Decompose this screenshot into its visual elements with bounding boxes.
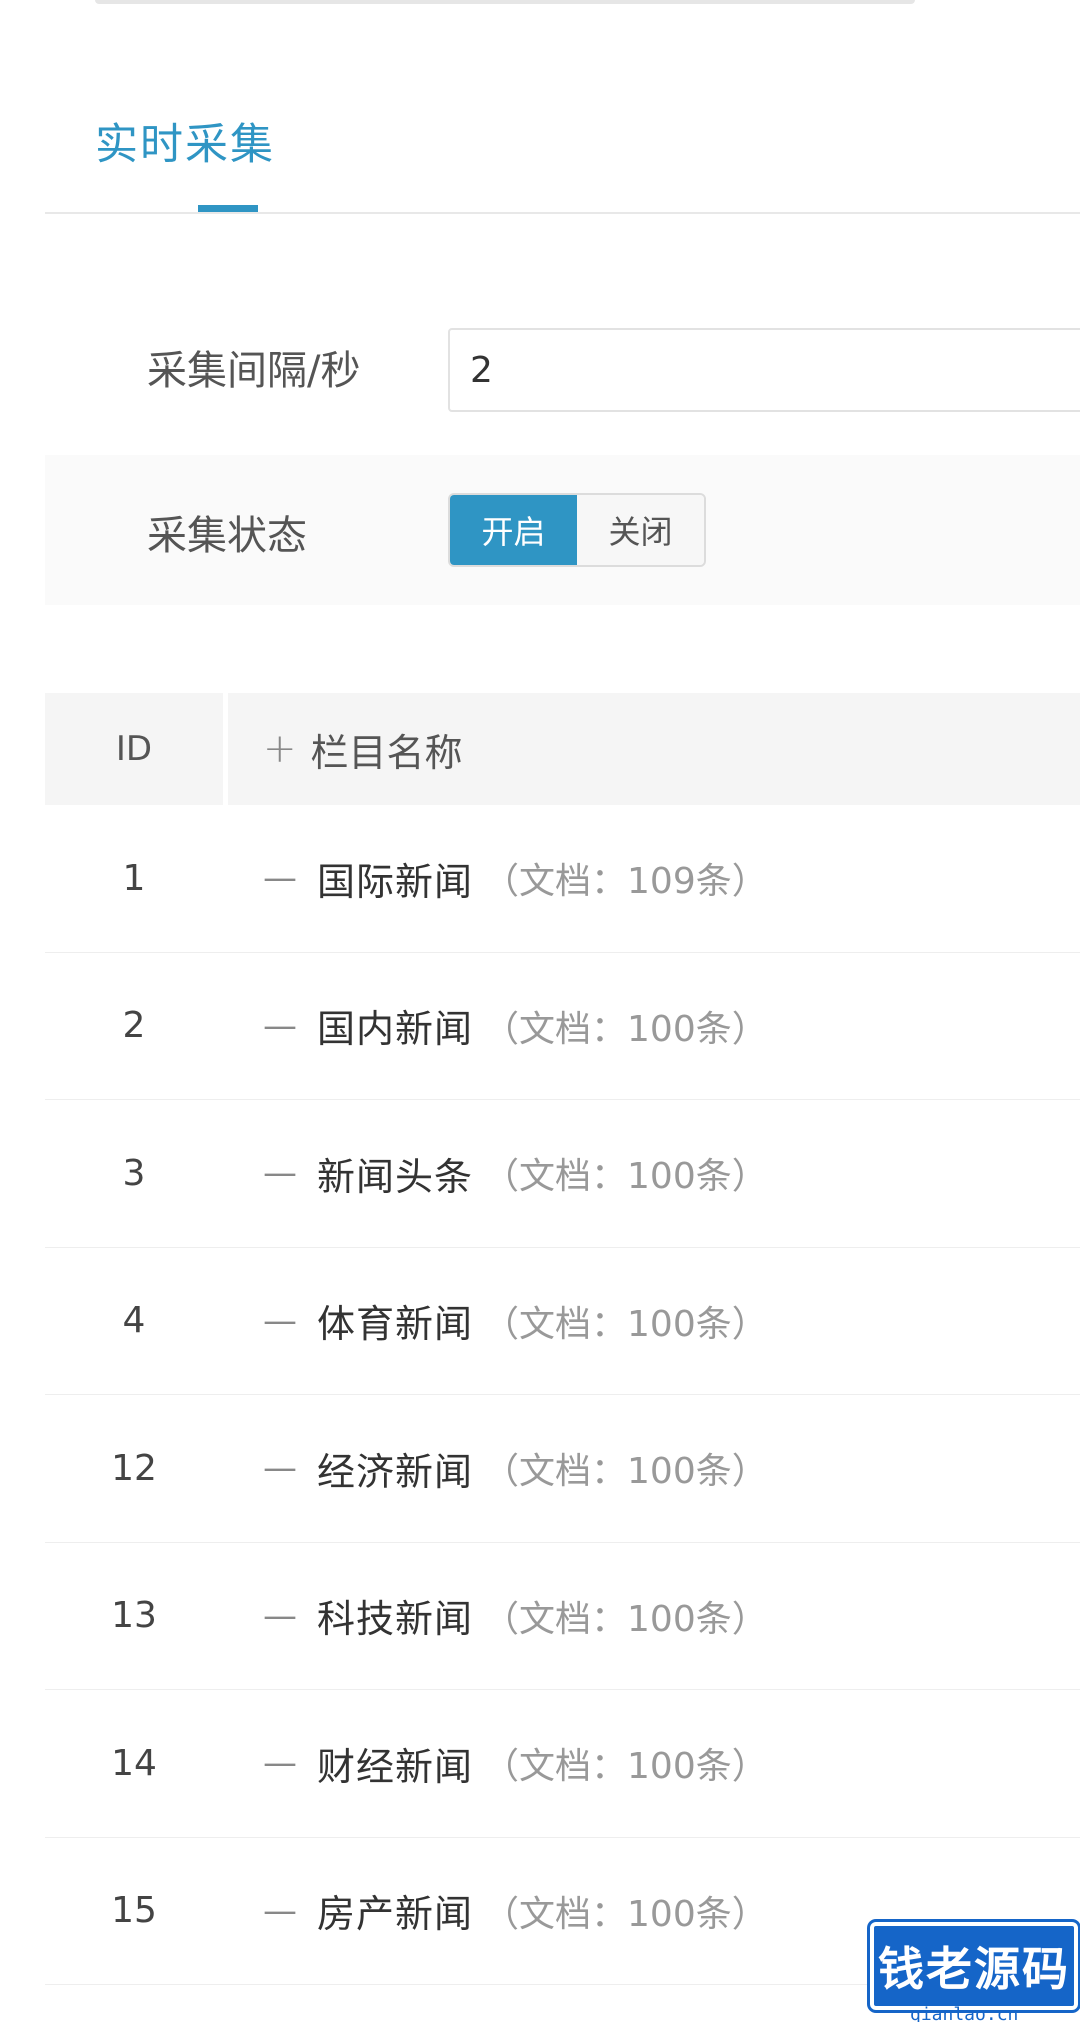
collapse-dash-icon[interactable]: — <box>263 858 297 898</box>
status-row: 采集状态 开启 关闭 <box>45 455 1080 605</box>
doc-count: （文档：100条） <box>483 1451 768 1493</box>
row-name-cell: — 经济新闻 （文档：100条） <box>228 1441 1080 1496</box>
tab-header: 实时采集 <box>45 0 1080 214</box>
tab-realtime-collect[interactable]: 实时采集 <box>95 110 275 212</box>
category-table: ID + 栏目名称 1 — 国际新闻 （文档：109条） 2 — 国内新闻 （文… <box>45 693 1080 1985</box>
row-name-cell: — 国际新闻 （文档：109条） <box>228 851 1080 906</box>
interval-label: 采集间隔/秒 <box>147 348 361 394</box>
doc-count: （文档：100条） <box>483 1156 768 1198</box>
page: 实时采集 采集间隔/秒 采集状态 开启 关闭 ID + 栏目名称 1 — 国际新… <box>0 0 1080 2022</box>
collapse-dash-icon[interactable]: — <box>263 1743 297 1783</box>
status-on-button[interactable]: 开启 <box>450 495 577 565</box>
collapse-dash-icon[interactable]: — <box>263 1448 297 1488</box>
header-id: ID <box>45 693 223 805</box>
table-row[interactable]: 13 — 科技新闻 （文档：100条） <box>45 1543 1080 1690</box>
table-row[interactable]: 14 — 财经新闻 （文档：100条） <box>45 1690 1080 1838</box>
category-name[interactable]: 经济新闻 <box>317 1441 473 1496</box>
header-name[interactable]: + 栏目名称 <box>228 693 1080 805</box>
table-row[interactable]: 3 — 新闻头条 （文档：100条） <box>45 1100 1080 1248</box>
doc-count: （文档：100条） <box>483 1303 768 1345</box>
category-name[interactable]: 体育新闻 <box>317 1293 473 1348</box>
row-id: 1 <box>122 857 146 899</box>
category-name[interactable]: 新闻头条 <box>317 1146 473 1201</box>
collapse-dash-icon[interactable]: — <box>263 1006 297 1046</box>
category-name[interactable]: 科技新闻 <box>317 1588 473 1643</box>
status-toggle: 开启 关闭 <box>448 493 706 567</box>
row-id: 14 <box>111 1742 157 1784</box>
table-row[interactable]: 2 — 国内新闻 （文档：100条） <box>45 953 1080 1100</box>
status-label: 采集状态 <box>147 513 307 559</box>
interval-input[interactable] <box>448 328 1080 412</box>
row-name-cell: — 科技新闻 （文档：100条） <box>228 1588 1080 1643</box>
collapse-dash-icon[interactable]: — <box>263 1891 297 1931</box>
watermark-site: qianlao.cn <box>910 2004 1019 2022</box>
doc-count: （文档：100条） <box>483 1008 768 1050</box>
row-id: 12 <box>111 1447 157 1489</box>
status-off-button[interactable]: 关闭 <box>577 495 704 565</box>
watermark-logo-text: 钱老源码 <box>870 1922 1078 2010</box>
table-row[interactable]: 4 — 体育新闻 （文档：100条） <box>45 1248 1080 1395</box>
plus-icon[interactable]: + <box>263 726 297 772</box>
row-name-cell: — 体育新闻 （文档：100条） <box>228 1293 1080 1348</box>
interval-row: 采集间隔/秒 <box>45 310 1080 460</box>
category-name[interactable]: 房产新闻 <box>317 1883 473 1938</box>
row-id: 4 <box>122 1300 146 1342</box>
doc-count: （文档：100条） <box>483 1598 768 1640</box>
doc-count: （文档：100条） <box>483 1746 768 1788</box>
category-name[interactable]: 国内新闻 <box>317 998 473 1053</box>
watermark-logo: 钱老源码 qianlao.cn <box>860 1912 1080 2022</box>
collapse-dash-icon[interactable]: — <box>263 1596 297 1636</box>
row-name-cell: — 国内新闻 （文档：100条） <box>228 998 1080 1053</box>
row-name-cell: — 财经新闻 （文档：100条） <box>228 1736 1080 1791</box>
header-name-label: 栏目名称 <box>310 730 463 775</box>
row-id: 2 <box>122 1005 146 1047</box>
category-name[interactable]: 国际新闻 <box>317 851 473 906</box>
doc-count: （文档：109条） <box>483 861 768 903</box>
row-id: 3 <box>122 1152 146 1194</box>
collapse-dash-icon[interactable]: — <box>263 1153 297 1193</box>
table-row[interactable]: 1 — 国际新闻 （文档：109条） <box>45 805 1080 953</box>
tab-active-indicator <box>198 205 258 212</box>
collapse-dash-icon[interactable]: — <box>263 1301 297 1341</box>
row-id: 13 <box>111 1595 157 1637</box>
doc-count: （文档：100条） <box>483 1893 768 1935</box>
table-row[interactable]: 12 — 经济新闻 （文档：100条） <box>45 1395 1080 1543</box>
row-id: 15 <box>111 1890 157 1932</box>
category-name[interactable]: 财经新闻 <box>317 1736 473 1791</box>
row-name-cell: — 新闻头条 （文档：100条） <box>228 1146 1080 1201</box>
table-header: ID + 栏目名称 <box>45 693 1080 805</box>
